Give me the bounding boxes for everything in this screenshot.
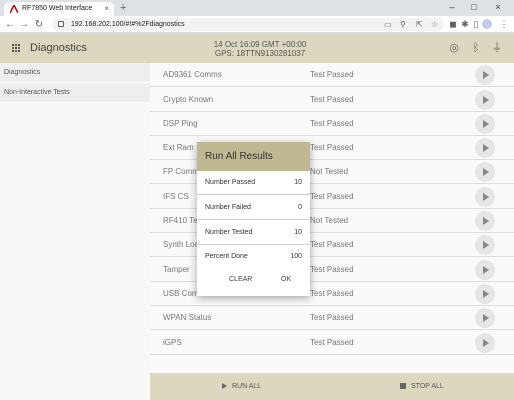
wifi-tethering-icon[interactable]: ◎ xyxy=(447,41,461,55)
status-datetime: 14 Oct 16:09 GMT +00:00 GPS: 18TTN913028… xyxy=(200,40,320,58)
result-row: Number Passed 10 xyxy=(197,171,310,195)
run-test-button[interactable] xyxy=(475,138,495,158)
test-status: Test Passed xyxy=(310,143,354,152)
url-text[interactable]: 192.168.202.100/#!#%2Fdiagnostics xyxy=(71,18,185,31)
run-test-button[interactable] xyxy=(475,235,495,255)
bookmark-star-icon[interactable]: ☆ xyxy=(431,18,438,31)
site-info-icon[interactable] xyxy=(58,21,64,27)
side-panel-icon[interactable]: ▯ xyxy=(470,16,482,33)
test-row: DSP Ping Test Passed xyxy=(150,112,514,136)
profile-avatar[interactable] xyxy=(482,19,492,29)
result-value: 100 xyxy=(290,253,302,260)
browser-toolbar: ← → ↻ 192.168.202.100/#!#%2Fdiagnostics … xyxy=(0,16,514,33)
share-icon[interactable]: ⇱ xyxy=(416,18,423,31)
app-favicon-icon xyxy=(10,5,18,13)
test-status: Not Tested xyxy=(310,216,349,225)
test-status: Test Passed xyxy=(310,70,354,79)
result-value: 10 xyxy=(294,179,302,186)
stop-all-label: STOP ALL xyxy=(411,383,444,390)
app-header: Diagnostics 14 Oct 16:09 GMT +00:00 GPS:… xyxy=(0,33,514,63)
run-test-button[interactable] xyxy=(475,308,495,328)
browser-tab[interactable]: RF7850 Web Interface × xyxy=(4,2,114,16)
result-label: Number Tested xyxy=(205,229,253,236)
test-status: Not Tested xyxy=(310,167,349,176)
test-status: Test Passed xyxy=(310,119,354,128)
address-bar[interactable]: 192.168.202.100/#!#%2Fdiagnostics ▭ ⚲ ⇱ … xyxy=(52,18,444,31)
browser-menu-icon[interactable]: ⋮ xyxy=(498,16,510,33)
maximize-window-button[interactable]: □ xyxy=(466,0,482,16)
sidebar: Diagnostics Non-Interactive Tests xyxy=(0,63,150,400)
test-name: Crypto Known xyxy=(163,95,214,104)
run-all-results-dialog: Run All Results Number Passed 10 Number … xyxy=(197,142,310,296)
zoom-icon[interactable]: ⚲ xyxy=(400,18,406,31)
result-label: Number Failed xyxy=(205,204,251,211)
run-test-button[interactable] xyxy=(475,333,495,353)
result-row: Number Tested 10 xyxy=(197,221,310,245)
cast-icon[interactable]: ▭ xyxy=(384,18,392,31)
ok-button[interactable]: OK xyxy=(281,273,291,287)
sidebar-item-diagnostics[interactable]: Diagnostics xyxy=(0,63,150,83)
dialog-title: Run All Results xyxy=(197,142,310,171)
test-status: Test Passed xyxy=(310,192,354,201)
tab-title: RF7850 Web Interface xyxy=(22,5,93,12)
test-status: Test Passed xyxy=(310,289,354,298)
reload-button[interactable]: ↻ xyxy=(33,16,45,33)
test-name: FP Comm xyxy=(163,167,199,176)
run-test-button[interactable] xyxy=(475,90,495,110)
gps-position-text: GPS: 18TTN9130281037 xyxy=(214,49,306,58)
test-status: Test Passed xyxy=(310,338,354,347)
apps-grid-icon[interactable] xyxy=(12,44,20,52)
result-label: Percent Done xyxy=(205,253,248,260)
action-footer: RUN ALL STOP ALL xyxy=(150,373,514,400)
run-all-button[interactable]: RUN ALL xyxy=(222,373,261,400)
test-status: Test Passed xyxy=(310,240,354,249)
extension-icon[interactable]: ◼ xyxy=(447,16,459,33)
test-status: Test Passed xyxy=(310,313,354,322)
run-test-button[interactable] xyxy=(475,260,495,280)
result-row: Number Failed 0 xyxy=(197,196,310,220)
test-name: IFS CS xyxy=(163,192,189,201)
minimize-window-button[interactable]: – xyxy=(444,0,460,16)
run-test-button[interactable] xyxy=(475,187,495,207)
test-name: Synth Loc xyxy=(163,240,199,249)
test-name: Tamper xyxy=(163,265,190,274)
close-window-button[interactable]: × xyxy=(490,0,506,16)
result-label: Number Passed xyxy=(205,179,256,186)
test-name: WPAN Status xyxy=(163,313,212,322)
test-name: AD9361 Comms xyxy=(163,70,222,79)
run-test-button[interactable] xyxy=(475,65,495,85)
clear-button[interactable]: CLEAR xyxy=(229,273,252,287)
test-name: DSP Ping xyxy=(163,119,198,128)
result-value: 10 xyxy=(294,229,302,236)
run-test-button[interactable] xyxy=(475,114,495,134)
browser-tabstrip: RF7850 Web Interface × + – □ × xyxy=(0,0,514,16)
date-time-text: 14 Oct 16:09 GMT +00:00 xyxy=(213,40,307,49)
result-row: Percent Done 100 xyxy=(197,245,310,269)
back-button[interactable]: ← xyxy=(4,16,16,33)
test-name: Ext Ram xyxy=(163,143,194,152)
test-row: AD9361 Comms Test Passed xyxy=(150,63,514,87)
stop-all-button[interactable]: STOP ALL xyxy=(400,373,444,400)
new-tab-button[interactable]: + xyxy=(120,1,126,15)
page-title: Diagnostics xyxy=(30,42,87,54)
bluetooth-icon[interactable]: ᛒ xyxy=(469,41,483,55)
test-row: WPAN Status Test Passed xyxy=(150,306,514,330)
run-all-label: RUN ALL xyxy=(232,383,262,390)
run-test-button[interactable] xyxy=(475,284,495,304)
stop-icon xyxy=(400,383,406,389)
test-row: iGPS Test Passed xyxy=(150,331,514,355)
sidebar-item-non-interactive-tests[interactable]: Non-Interactive Tests xyxy=(0,83,150,103)
run-test-button[interactable] xyxy=(475,162,495,182)
test-status: Test Passed xyxy=(310,265,354,274)
test-status: Test Passed xyxy=(310,95,354,104)
tab-close-icon[interactable]: × xyxy=(104,2,109,16)
play-icon xyxy=(222,383,227,389)
test-name: iGPS xyxy=(163,338,182,347)
forward-button[interactable]: → xyxy=(18,16,30,33)
test-row: Crypto Known Test Passed xyxy=(150,88,514,112)
power-plug-icon[interactable]: ⏚ xyxy=(490,41,504,55)
run-test-button[interactable] xyxy=(475,211,495,231)
test-name: RF410 Te xyxy=(163,216,198,225)
result-value: 0 xyxy=(298,204,302,211)
